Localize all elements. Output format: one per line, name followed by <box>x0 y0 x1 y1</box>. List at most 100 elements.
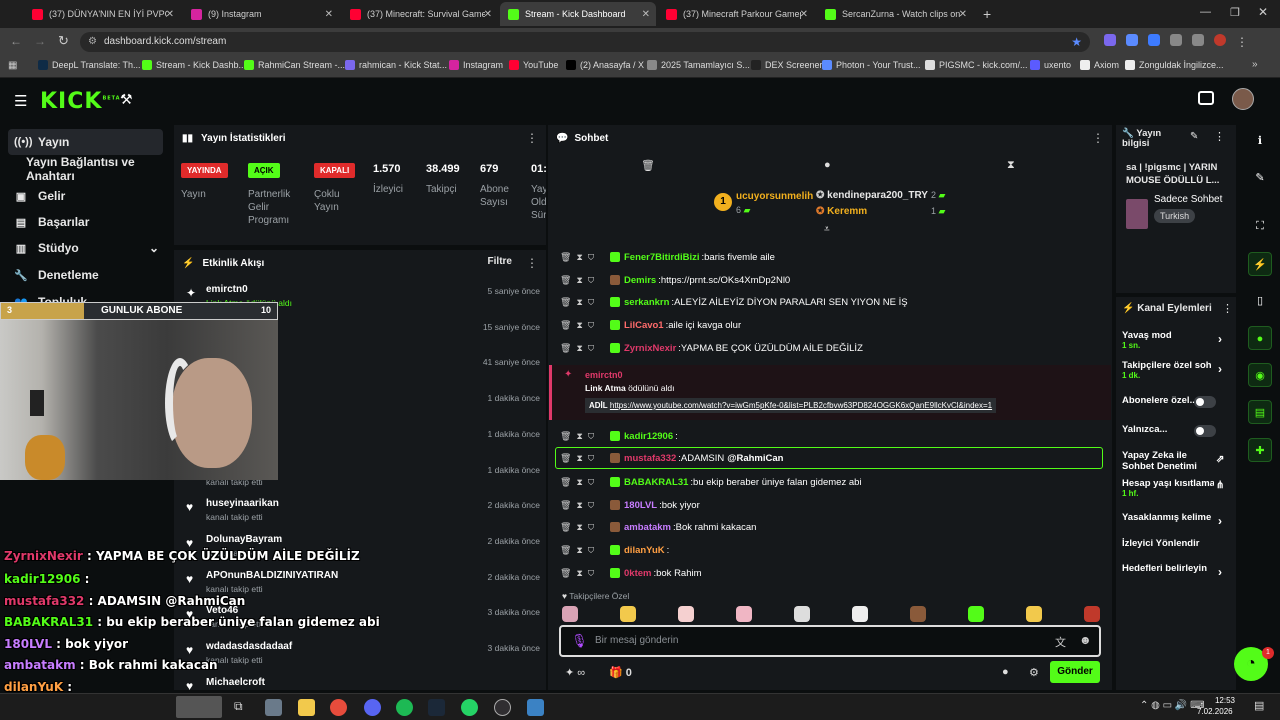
send-button[interactable]: Gönder <box>1050 661 1100 683</box>
chat-message[interactable]: 🗑⧗⛉ Demirs: https://prnt.sc/OKs4XmDp2Nl0 <box>560 270 1100 290</box>
bookmark-item[interactable]: uxento <box>1030 60 1071 70</box>
close-window-button[interactable]: ✕ <box>1258 5 1268 19</box>
more-bookmarks-icon[interactable]: » <box>1252 59 1258 70</box>
hourglass-icon[interactable]: ⧗ <box>576 477 587 487</box>
trash-icon[interactable]: 🗑 <box>560 568 576 578</box>
message-tools[interactable]: 🗑⧗⛉ <box>560 545 610 556</box>
sidebar-item-stream-key[interactable]: Yayın Bağlantısı ve Anahtarı <box>8 155 163 183</box>
chat-message[interactable]: 🗑⧗⛉ ZyrnixNexir: YAPMA BE ÇOK ÜZÜLDÜM AİL… <box>560 338 1100 358</box>
back-icon[interactable]: ← <box>10 34 22 48</box>
discord-icon[interactable] <box>364 699 381 716</box>
message-tools[interactable]: 🗑⧗⛉ <box>560 275 610 286</box>
chat-username[interactable]: 180LVL <box>624 500 657 511</box>
hourglass-icon[interactable]: ⧗ <box>576 545 587 555</box>
emote-icon[interactable] <box>794 606 810 622</box>
filter-button[interactable]: Filtre <box>488 256 512 267</box>
bookmark-item[interactable]: DeepL Translate: Th... <box>38 60 141 70</box>
activity-item[interactable]: ♥ wdadasdasdadaaf kanalı takip etti 3 dakik… <box>180 639 540 673</box>
trash-icon[interactable]: 🗑 <box>641 159 655 172</box>
chat-username[interactable]: serkankrn <box>624 297 669 308</box>
message-tools[interactable]: 🗑⧗⛉ <box>560 431 610 442</box>
chat-bubble-icon[interactable]: ● <box>824 159 831 171</box>
pencil-icon[interactable]: ✎ <box>1248 166 1272 190</box>
message-tools[interactable]: 🗑⧗⛉ <box>560 522 610 533</box>
shield-icon[interactable]: ⛉ <box>588 453 599 463</box>
activity-item[interactable]: ♥ Michaelcroft <box>180 675 540 690</box>
channel-action-item[interactable]: Yapay Zeka ile Sohbet Denetimi ⇗ <box>1122 450 1232 472</box>
chat-username[interactable]: ZyrnixNexir <box>624 343 676 354</box>
chat-message[interactable]: 🗑⧗⛉ ambatakm: Bok rahmi kakacan <box>560 517 1100 537</box>
sidebar-item-gelir[interactable]: ▣ Gelir <box>8 183 163 209</box>
hourglass-icon[interactable]: ⧗ <box>576 453 587 463</box>
chat-username[interactable]: dilanYuK <box>624 545 665 556</box>
chat-username[interactable]: ambatakm <box>624 522 671 533</box>
trash-icon[interactable]: 🗑 <box>560 453 576 463</box>
chat-settings-bubble-icon[interactable]: ● <box>1002 666 1009 678</box>
chat-message[interactable]: 🗑⧗⛉ serkankrn: ALEYİZ AİLEYİZ DİYON PARAL… <box>560 292 1100 312</box>
bookmark-item[interactable]: 2025 Tamamlayıcı S... <box>647 60 750 70</box>
bookmark-item[interactable]: rahmican - Kick Stat... <box>345 60 447 70</box>
broadcast-icon[interactable]: ◉ <box>1248 363 1272 387</box>
tab-4[interactable]: (37) Minecraft Parkour Gamepl ✕ <box>658 2 814 26</box>
file-explorer-icon[interactable] <box>298 699 315 716</box>
trash-icon[interactable]: 🗑 <box>560 297 576 307</box>
tools-icon[interactable]: ⚒ <box>120 91 133 108</box>
close-tab-icon[interactable]: ✕ <box>800 9 808 20</box>
message-tools[interactable]: 🗑⧗⛉ <box>560 297 610 308</box>
stack-icon[interactable]: ▤ <box>1248 400 1272 424</box>
expand-leaders-icon[interactable]: ⩡ <box>824 224 830 235</box>
chat-input[interactable]: 🎙 Bir mesaj gönderin 文 ☻ <box>559 625 1101 657</box>
gear-icon[interactable]: ⚙ <box>1029 666 1039 679</box>
edit-icon[interactable]: ✎ <box>1190 131 1198 142</box>
shield-icon[interactable]: ⛉ <box>588 320 599 330</box>
channel-action-item[interactable]: Abonelere özel... <box>1122 395 1232 408</box>
chat-username[interactable]: LilCavo1 <box>624 320 664 331</box>
info-icon[interactable]: ℹ <box>1248 129 1272 153</box>
minimize-button[interactable]: — <box>1200 6 1211 18</box>
chat-message[interactable]: 🗑⧗⛉ 180LVL: bok yiyor <box>560 495 1100 515</box>
more-options-icon[interactable]: ⋮ <box>1092 131 1104 145</box>
more-options-icon[interactable]: ⋮ <box>526 256 538 270</box>
app-icon[interactable] <box>265 699 282 716</box>
close-tab-icon[interactable]: ✕ <box>325 9 333 20</box>
chat-message[interactable]: 🗑⧗⛉ LilCavo1: aile içi kavga olur <box>560 315 1100 335</box>
chat-message[interactable]: 🗑⧗⛉ 0ktem: bok Rahim <box>560 563 1100 583</box>
message-tools[interactable]: 🗑⧗⛉ <box>560 343 610 354</box>
activity-item[interactable]: ♥ huseyinaarikan kanalı takip etti 2 dakika… <box>180 496 540 530</box>
emote-icon[interactable] <box>1026 606 1042 622</box>
hourglass-icon[interactable]: ⧗ <box>1007 159 1015 172</box>
chat-username[interactable]: kadir12906 <box>624 431 673 442</box>
chat-username[interactable]: BABAKRAL31 <box>624 477 688 488</box>
chat-message[interactable]: 🗑⧗⛉ dilanYuK: <box>560 540 1100 560</box>
emote-icon[interactable] <box>620 606 636 622</box>
close-tab-icon[interactable]: ✕ <box>959 9 967 20</box>
emote-icon[interactable] <box>562 606 578 622</box>
emote-icon[interactable] <box>852 606 868 622</box>
trash-icon[interactable]: 🗑 <box>560 522 576 532</box>
hourglass-icon[interactable]: ⧗ <box>576 320 587 330</box>
message-tools[interactable]: 🗑⧗⛉ <box>560 500 610 511</box>
tab-5[interactable]: SercanZurna - Watch clips on K ✕ <box>817 2 973 26</box>
shield-icon[interactable]: ⛉ <box>588 568 599 578</box>
chat-username[interactable]: 0ktem <box>624 568 651 579</box>
trash-icon[interactable]: 🗑 <box>560 275 576 285</box>
hourglass-icon[interactable]: ⧗ <box>576 252 587 262</box>
tab-3[interactable]: Stream - Kick Dashboard ✕ <box>500 2 656 26</box>
shield-icon[interactable]: ⛉ <box>588 477 599 487</box>
avatar[interactable] <box>1232 88 1254 110</box>
bookmark-item[interactable]: DEX Screener <box>751 60 823 70</box>
channel-action-item[interactable]: Hedefleri belirleyin › <box>1122 563 1232 579</box>
bookmark-item[interactable]: RahmiCan Stream -... <box>244 60 345 70</box>
kick-logo[interactable]: KICKBETA <box>40 89 121 114</box>
apps-icon[interactable]: ▦ <box>8 60 17 71</box>
hourglass-icon[interactable]: ⧗ <box>576 522 587 532</box>
task-view-icon[interactable]: ⧉ <box>234 699 243 714</box>
wrench-icon[interactable]: ✚ <box>1248 438 1272 462</box>
channel-action-item[interactable]: Yasaklanmış kelime › <box>1122 512 1232 528</box>
hourglass-icon[interactable]: ⧗ <box>576 343 587 353</box>
emote-icon[interactable] <box>736 606 752 622</box>
bookmark-item[interactable]: PIGSMC - kick.com/... <box>925 60 1028 70</box>
channel-action-item[interactable]: Hesap yaşı kısıtlama 1 hf. ⋔ <box>1122 478 1232 498</box>
hourglass-icon[interactable]: ⧗ <box>576 275 587 285</box>
close-tab-icon[interactable]: ✕ <box>642 9 650 20</box>
